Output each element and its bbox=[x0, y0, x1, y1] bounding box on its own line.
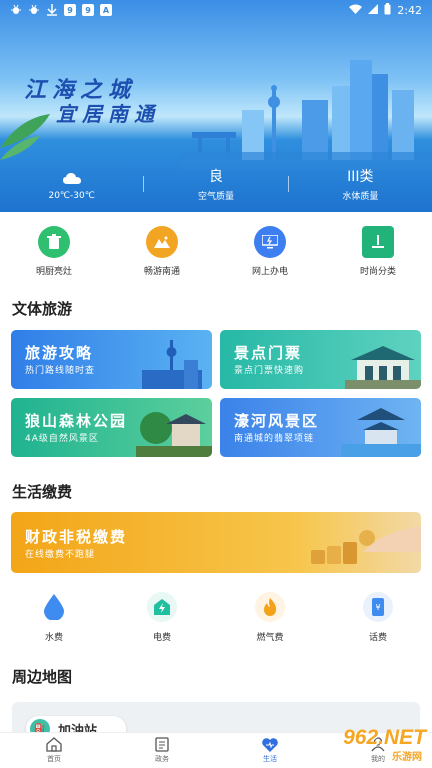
home-icon bbox=[46, 737, 62, 752]
quick-links: 明厨亮灶 畅游南通 网上办电 时尚分类 bbox=[0, 226, 432, 277]
quick-link-kitchen[interactable]: 明厨亮灶 bbox=[0, 226, 108, 277]
leaf-decoration bbox=[0, 114, 50, 160]
trash-bin-icon bbox=[38, 226, 70, 258]
tower-illustration bbox=[142, 340, 202, 389]
quick-link-label: 网上办电 bbox=[251, 267, 288, 277]
flame-icon bbox=[255, 592, 285, 622]
monitor-icon bbox=[254, 226, 286, 258]
air-quality-stat: 良 空气质量 bbox=[144, 160, 287, 208]
card-subtitle: 热门路线随时查 bbox=[25, 366, 96, 376]
section-title-payment: 生活缴费 bbox=[12, 483, 73, 501]
card-travel-guide[interactable]: 旅游攻略 热门路线随时查 bbox=[11, 330, 212, 389]
banner-subtitle: 宜居南通 bbox=[56, 102, 160, 126]
card-title: 景点门票 bbox=[234, 344, 303, 362]
card-title: 狼山森林公园 bbox=[25, 412, 128, 430]
status-bar: 9 9 A 2:42 bbox=[0, 0, 432, 20]
tab-home[interactable]: 首页 bbox=[0, 733, 108, 768]
quick-link-electricity[interactable]: 网上办电 bbox=[216, 226, 324, 277]
water-quality-value: III类 bbox=[347, 169, 374, 185]
temperature-stat: 20℃-30℃ bbox=[0, 160, 143, 208]
tab-government[interactable]: 政务 bbox=[108, 733, 216, 768]
environment-stats: 20℃-30℃ 良 空气质量 III类 水体质量 bbox=[0, 160, 432, 208]
download-icon bbox=[46, 4, 58, 16]
quick-link-label: 明厨亮灶 bbox=[35, 267, 72, 277]
tab-label: 生活 bbox=[263, 754, 277, 763]
bin-icon bbox=[362, 226, 394, 258]
section-title-culture: 文体旅游 bbox=[12, 300, 73, 318]
card-subtitle: 南通城的翡翠项链 bbox=[234, 434, 315, 444]
gas-bill-button[interactable]: 燃气费 bbox=[216, 592, 324, 643]
cloud-icon bbox=[62, 172, 81, 184]
card-fiscal-payment[interactable]: 财政非税缴费 在线缴费不跑腿 bbox=[11, 512, 421, 573]
quick-link-label: 时尚分类 bbox=[359, 267, 396, 277]
app-notification-icon: 9 bbox=[64, 4, 76, 16]
watermark-subtext: 乐游网 bbox=[392, 752, 422, 763]
temperature-range: 20℃-30℃ bbox=[48, 190, 95, 201]
water-quality-stat: III类 水体质量 bbox=[289, 160, 432, 208]
card-haohe-scenic[interactable]: 濠河风景区 南通城的翡翠项链 bbox=[220, 398, 421, 457]
svg-text:¥: ¥ bbox=[375, 603, 380, 612]
phone-bill-button[interactable]: ¥ 话费 bbox=[324, 592, 432, 643]
quick-link-label: 畅游南通 bbox=[143, 267, 180, 277]
phone-bill-icon: ¥ bbox=[363, 592, 393, 622]
quick-link-sorting[interactable]: 时尚分类 bbox=[324, 226, 432, 277]
sim-icon bbox=[368, 3, 379, 17]
utility-label: 电费 bbox=[152, 633, 171, 643]
heart-icon bbox=[262, 737, 278, 752]
bug-icon bbox=[28, 4, 40, 16]
utility-label: 水费 bbox=[44, 633, 63, 643]
utility-label: 燃气费 bbox=[256, 633, 284, 643]
river-pavilion-illustration bbox=[341, 408, 421, 457]
pavilion-illustration bbox=[136, 412, 212, 457]
mountain-icon bbox=[146, 226, 178, 258]
section-title-nearby: 周边地图 bbox=[12, 668, 73, 686]
card-subtitle: 景点门票快速购 bbox=[234, 366, 305, 376]
electricity-bill-button[interactable]: 电费 bbox=[108, 592, 216, 643]
card-langshan-park[interactable]: 狼山森林公园 4A级自然风景区 bbox=[11, 398, 212, 457]
water-quality-label: 水体质量 bbox=[342, 192, 379, 202]
status-time: 2:42 bbox=[397, 3, 422, 17]
app-notification-icon: 9 bbox=[82, 4, 94, 16]
city-banner: 江海之城 宜居南通 20℃-30℃ 良 空气质量 III类 水体质量 bbox=[0, 0, 432, 212]
wifi-icon bbox=[349, 4, 363, 17]
status-system: 2:42 bbox=[349, 2, 422, 18]
water-bill-button[interactable]: 水费 bbox=[0, 592, 108, 643]
tab-label: 首页 bbox=[47, 755, 61, 763]
utility-label: 话费 bbox=[368, 633, 387, 643]
utility-payments: 水费 电费 燃气费 ¥ 话费 bbox=[0, 592, 432, 643]
air-quality-value: 良 bbox=[208, 169, 223, 185]
tab-label: 政务 bbox=[155, 755, 169, 763]
app-notification-icon: A bbox=[100, 4, 112, 16]
card-title: 旅游攻略 bbox=[25, 344, 94, 362]
card-title: 濠河风景区 bbox=[234, 412, 320, 430]
battery-icon bbox=[384, 2, 391, 18]
card-scenic-tickets[interactable]: 景点门票 景点门票快速购 bbox=[220, 330, 421, 389]
coins-hand-illustration bbox=[311, 526, 421, 564]
card-subtitle: 4A级自然风景区 bbox=[25, 434, 99, 444]
card-subtitle: 在线缴费不跑腿 bbox=[25, 550, 96, 560]
status-notifications: 9 9 A bbox=[10, 4, 112, 16]
site-watermark: 962.NET 乐游网 bbox=[298, 726, 426, 763]
electricity-icon bbox=[147, 592, 177, 622]
bug-icon bbox=[10, 4, 22, 16]
city-skyline-illustration bbox=[182, 60, 432, 170]
watermark-text: 962.NET bbox=[343, 726, 426, 749]
water-drop-icon bbox=[39, 592, 69, 622]
quick-link-travel[interactable]: 畅游南通 bbox=[108, 226, 216, 277]
document-icon bbox=[155, 737, 169, 752]
card-title: 财政非税缴费 bbox=[25, 528, 128, 546]
temple-illustration bbox=[345, 346, 421, 389]
air-quality-label: 空气质量 bbox=[197, 192, 234, 202]
